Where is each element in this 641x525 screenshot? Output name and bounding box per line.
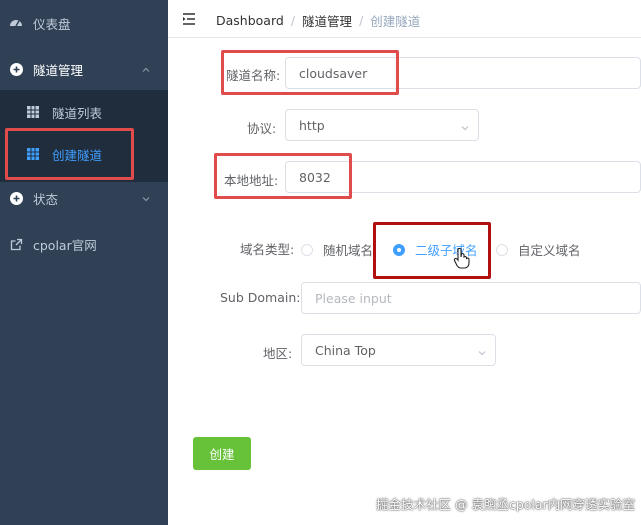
domain-type-label: 域名类型: xyxy=(240,242,295,257)
breadcrumb-separator: / xyxy=(359,13,364,28)
protocol-select[interactable]: http xyxy=(285,109,479,141)
annotation-highlight xyxy=(5,128,134,180)
radio-label: 随机域名 xyxy=(323,243,374,258)
annotation-highlight xyxy=(214,153,352,199)
plus-circle-icon xyxy=(9,191,23,205)
radio-custom-domain[interactable]: 自定义域名 xyxy=(496,240,581,259)
create-button[interactable]: 创建 xyxy=(193,437,251,470)
sidebar-item-label: 状态 xyxy=(33,191,59,207)
sidebar-item-tunnel-management[interactable]: 隧道管理 xyxy=(0,46,168,92)
watermark: 掘金技术社区 @ 袁煦丞cpolar内网穿透实验室 xyxy=(376,497,636,512)
chevron-up-icon xyxy=(141,63,151,73)
dashboard-icon xyxy=(9,16,23,30)
external-link-icon xyxy=(9,237,23,251)
hamburger-icon[interactable] xyxy=(182,12,196,26)
chevron-down-icon xyxy=(141,192,151,202)
hand-cursor-icon xyxy=(453,247,471,269)
radio-random-domain[interactable]: 随机域名 xyxy=(301,240,373,259)
grid-icon xyxy=(27,106,39,118)
breadcrumb: Dashboard / 隧道管理 / 创建隧道 xyxy=(216,11,420,30)
region-select-value: China Top xyxy=(315,342,376,358)
sidebar: 仪表盘 隧道管理 隧道列表 创建隧道 状态 cpolar官网 xyxy=(0,0,168,525)
breadcrumb-item-current: 创建隧道 xyxy=(370,14,421,29)
sidebar-item-label: cpolar官网 xyxy=(33,237,97,253)
radio-dot xyxy=(496,243,508,256)
breadcrumb-item[interactable]: Dashboard xyxy=(216,13,284,28)
sidebar-item-cpolar-site[interactable]: cpolar官网 xyxy=(0,221,168,267)
radio-label: 自定义域名 xyxy=(518,243,581,258)
sidebar-item-label: 隧道管理 xyxy=(33,62,84,78)
breadcrumb-item[interactable]: 隧道管理 xyxy=(302,11,352,30)
header: Dashboard / 隧道管理 / 创建隧道 xyxy=(168,0,641,38)
annotation-highlight xyxy=(221,50,399,95)
sidebar-subitem-label: 隧道列表 xyxy=(52,105,103,121)
sidebar-item-dashboard[interactable]: 仪表盘 xyxy=(0,0,168,46)
region-label: 地区: xyxy=(263,346,293,361)
subdomain-input[interactable]: Please input xyxy=(301,282,641,314)
annotation-highlight xyxy=(373,222,491,279)
protocol-label: 协议: xyxy=(247,121,277,136)
breadcrumb-separator: / xyxy=(290,13,296,28)
sidebar-item-status[interactable]: 状态 xyxy=(0,175,168,221)
radio-dot xyxy=(301,243,313,256)
region-select[interactable]: China Top xyxy=(301,334,496,366)
subdomain-label: Sub Domain: xyxy=(220,290,301,305)
plus-circle-icon xyxy=(9,62,23,76)
chevron-down-icon xyxy=(477,346,487,356)
protocol-select-value: http xyxy=(299,117,325,133)
sidebar-item-label: 仪表盘 xyxy=(33,16,71,32)
chevron-down-icon xyxy=(460,121,470,131)
